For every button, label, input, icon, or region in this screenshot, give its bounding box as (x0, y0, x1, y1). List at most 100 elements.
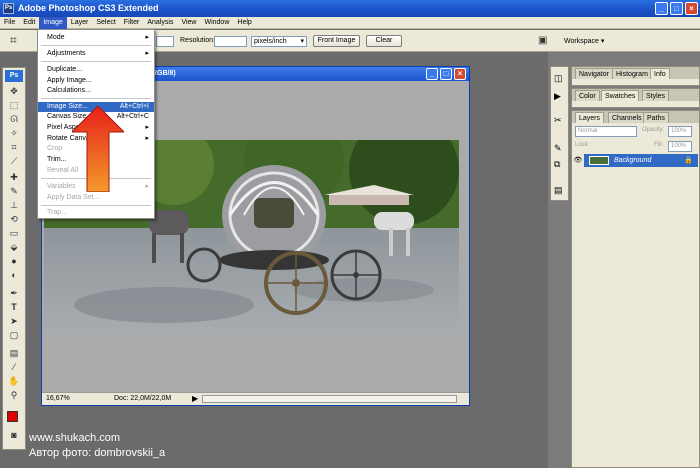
move-tool-icon[interactable]: ✥ (7, 86, 21, 96)
opacity-label: Opacity: (642, 127, 665, 133)
crop-tool-icon[interactable]: ⌗ (10, 33, 17, 48)
pen-tool-icon[interactable]: ✒ (7, 288, 21, 298)
menu-item-shortcut: Alt+Ctrl+I (119, 103, 149, 110)
document-title: RGB/8) (152, 70, 176, 77)
menu-layer[interactable]: Layer (67, 17, 93, 29)
height-field[interactable] (156, 36, 174, 47)
type-tool-icon[interactable]: T (7, 302, 21, 312)
brushes-icon[interactable]: ✎ (554, 143, 562, 154)
menu-item-adjustments[interactable]: Adjustments ▸ (38, 49, 154, 59)
clone-source-icon[interactable]: ⧉ (554, 159, 560, 170)
clear-button[interactable]: Clear (366, 35, 402, 47)
zoom-tool-icon[interactable]: ⚲ (7, 390, 21, 400)
resolution-field[interactable] (214, 36, 247, 47)
opacity-field[interactable]: 100% (668, 126, 692, 137)
minimize-window-button[interactable]: _ (655, 2, 668, 15)
tab-paths[interactable]: Paths (643, 112, 669, 123)
menu-window[interactable]: Window (200, 17, 233, 29)
actions-icon[interactable]: ▶ (554, 91, 561, 102)
marquee-tool-icon[interactable]: ⬚ (7, 100, 21, 110)
blend-mode-select[interactable]: Normal (575, 126, 637, 137)
menu-item-mode[interactable]: Mode ▸ (38, 33, 154, 43)
tools-presets-icon[interactable]: ✂ (554, 115, 562, 126)
navigator-icon[interactable]: ◫ (554, 73, 563, 84)
crop-tool-icon[interactable]: ⌗ (7, 142, 21, 152)
tab-histogram[interactable]: Histogram (612, 68, 652, 79)
brush-tool-icon[interactable]: ✎ (7, 186, 21, 196)
menu-image[interactable]: Image (39, 17, 67, 29)
submenu-arrow-icon: ▸ (145, 50, 149, 57)
fill-field[interactable]: 100% (668, 141, 692, 152)
document-maximize-button[interactable]: □ (440, 68, 452, 80)
document-close-button[interactable]: × (454, 68, 466, 80)
maximize-window-button[interactable]: □ (670, 2, 683, 15)
paint-bucket-tool-icon[interactable]: ⬙ (7, 242, 21, 252)
menu-filter[interactable]: Filter (120, 17, 144, 29)
notes-tool-icon[interactable]: ▤ (7, 348, 21, 358)
blend-mode-value: Normal (578, 128, 598, 134)
swatches-panel: Color Swatches Styles (571, 88, 700, 108)
rectangle-tool-icon[interactable]: ▢ (7, 330, 21, 340)
quick-mask-icon[interactable]: ◙ (7, 430, 21, 440)
lock-label: Lock: (575, 142, 590, 148)
collapsed-panel-dock: ◫ ▶ ✂ ✎ ⧉ ▤ (550, 66, 569, 201)
tab-channels[interactable]: Channels (608, 112, 646, 123)
menu-separator (41, 98, 151, 99)
layer-thumbnail (589, 156, 609, 165)
submenu-arrow-icon: ▸ (145, 135, 149, 142)
front-image-button[interactable]: Front Image (313, 35, 360, 47)
navigator-panel: Navigator Histogram Info (571, 66, 700, 86)
layer-name: Background (614, 157, 652, 164)
menu-select[interactable]: Select (92, 17, 119, 29)
status-menu-arrow-icon[interactable]: ▶ (192, 393, 198, 405)
menu-item-calculations[interactable]: Calculations... (38, 86, 154, 96)
close-window-button[interactable]: × (685, 2, 698, 15)
eyedropper-tool-icon[interactable]: ⁄ (7, 362, 21, 372)
submenu-arrow-icon: ▸ (145, 183, 149, 190)
menu-separator (41, 45, 151, 46)
palette-well-icon[interactable]: ▣ (538, 35, 547, 46)
layers-panel: Layers Channels Paths Normal Opacity: 10… (571, 110, 700, 468)
menu-file[interactable]: File (0, 17, 19, 29)
tab-navigator[interactable]: Navigator (575, 68, 613, 79)
layer-comps-icon[interactable]: ▤ (554, 185, 563, 196)
horizontal-scrollbar[interactable] (202, 395, 457, 403)
menu-help[interactable]: Help (233, 17, 255, 29)
submenu-arrow-icon: ▸ (145, 34, 149, 41)
eye-visibility-icon[interactable]: 👁 (572, 154, 584, 167)
zoom-level[interactable]: 16,67% (46, 393, 70, 405)
blur-tool-icon[interactable]: ● (7, 256, 21, 266)
history-brush-tool-icon[interactable]: ⟲ (7, 214, 21, 224)
tab-info[interactable]: Info (650, 68, 670, 79)
eraser-tool-icon[interactable]: ▭ (7, 228, 21, 238)
magic-wand-tool-icon[interactable]: ✧ (7, 128, 21, 138)
menu-view[interactable]: View (177, 17, 200, 29)
lasso-tool-icon[interactable]: ᘏ (7, 114, 21, 124)
menu-edit[interactable]: Edit (19, 17, 39, 29)
tab-layers[interactable]: Layers (575, 112, 605, 123)
layer-row-background[interactable]: 👁 Background 🔒 (572, 154, 698, 167)
slice-tool-icon[interactable]: ⟋ (7, 156, 21, 166)
lock-icon: 🔒 (684, 157, 693, 164)
red-arrow-annotation-icon (72, 106, 124, 192)
dodge-tool-icon[interactable]: ◐ (7, 270, 21, 280)
tab-styles[interactable]: Styles (642, 90, 670, 101)
menu-item-duplicate[interactable]: Duplicate... (38, 65, 154, 75)
document-size: Doc: 22,0M/22,0M (114, 395, 172, 402)
resolution-unit-select[interactable]: pixels/inch ▾ (251, 36, 307, 47)
swatches-tab-row: Color Swatches Styles (572, 89, 699, 101)
menu-analysis[interactable]: Analysis (143, 17, 177, 29)
healing-brush-tool-icon[interactable]: ✚ (7, 172, 21, 182)
submenu-arrow-icon: ▸ (145, 124, 149, 131)
clone-stamp-tool-icon[interactable]: ⊥ (7, 200, 21, 210)
tab-color[interactable]: Color (575, 90, 600, 101)
document-minimize-button[interactable]: _ (426, 68, 438, 80)
workspace-menu[interactable]: Workspace ▾ (564, 37, 604, 45)
hand-tool-icon[interactable]: ✋ (7, 376, 21, 386)
menu-item-apply-image[interactable]: Apply Image... (38, 76, 154, 86)
path-selection-tool-icon[interactable]: ➤ (7, 316, 21, 326)
tab-swatches[interactable]: Swatches (601, 90, 640, 101)
ps-badge: Ps (5, 70, 23, 82)
foreground-color-swatch[interactable] (7, 411, 18, 422)
layers-tab-row: Layers Channels Paths (572, 111, 699, 123)
